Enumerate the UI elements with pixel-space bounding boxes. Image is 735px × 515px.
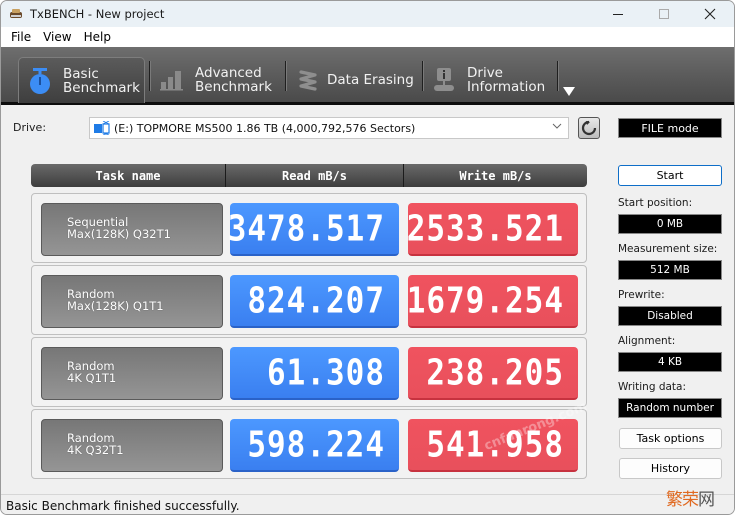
tab-basic-benchmark[interactable]: Basic Benchmark [18,57,145,103]
history-button[interactable]: History [619,458,722,479]
maximize-icon [659,9,669,19]
read-value: 824.207 [247,279,385,322]
toolbar-separator [285,61,286,91]
tab-label: Advanced Benchmark [195,66,272,94]
tab-label-line2: Benchmark [195,79,272,95]
stopwatch-icon [25,66,55,96]
title-bar: TxBENCH - New project [1,1,734,27]
maximize-button[interactable] [641,1,687,27]
alignment-value[interactable]: 4 KB [618,352,722,372]
writing-data-label: Writing data: [618,381,687,393]
tab-data-erasing[interactable]: Data Erasing [293,57,421,103]
main-toolbar: Basic Benchmark Advanced Benchmark Data … [1,47,734,105]
tab-label: Basic Benchmark [63,67,140,95]
read-value: 61.308 [267,351,385,394]
task-name-line2: Max(128K) Q1T1 [67,299,164,313]
menu-view[interactable]: View [37,30,77,44]
read-result: 598.224 [230,419,399,472]
read-result: 824.207 [230,275,399,328]
drive-label: Drive: [13,121,47,134]
window-title: TxBENCH - New project [30,7,165,21]
prewrite-label: Prewrite: [618,289,665,301]
write-value: 238.205 [426,351,564,394]
read-value: 598.224 [247,423,385,466]
watermark-logo: 繁荣网 [666,485,715,510]
alignment-label: Alignment: [618,335,676,347]
write-value: 1679.254 [406,279,564,322]
mode-indicator: FILE mode [618,118,722,138]
task-button-seq-q32t1[interactable]: Sequential Max(128K) Q32T1 [41,203,223,256]
results-table-header: Task name Read mB/s Write mB/s [31,164,587,187]
read-value: 3478.517 [227,207,385,250]
start-position-label: Start position: [618,197,693,209]
read-result: 3478.517 [227,203,399,256]
refresh-icon [581,120,597,136]
start-position-value[interactable]: 0 MB [618,214,722,234]
chevron-down-icon [552,122,562,133]
triangle-down-icon[interactable] [563,87,575,96]
table-row: Sequential Max(128K) Q32T1 3478.517 2533… [31,193,587,263]
menu-bar: File View Help [1,27,734,47]
minimize-icon [613,14,623,15]
watermark-text: 繁荣 [666,490,699,510]
write-result: 2533.521 [406,203,578,256]
minimize-button[interactable] [595,1,641,27]
refresh-button[interactable] [578,117,600,139]
header-task-name: Task name [95,168,161,183]
header-read: Read mB/s [225,164,403,187]
read-result: 61.308 [230,347,399,400]
write-value: 2533.521 [406,207,564,250]
app-window: TxBENCH - New project File View Help Bas… [0,0,735,515]
tab-label-line2: Information [467,79,546,95]
task-button-rnd-q1t1[interactable]: Random Max(128K) Q1T1 [41,275,223,328]
task-name-line2: Max(128K) Q32T1 [67,227,171,241]
measurement-size-value[interactable]: 512 MB [618,260,722,280]
tab-drive-information[interactable]: Drive Information [429,57,557,103]
watermark-text-last: 网 [698,490,715,510]
task-name-line2: 4K Q1T1 [67,371,117,385]
toolbar-separator [149,61,150,91]
tab-label: Drive Information [467,66,545,94]
task-button-4k-q32t1[interactable]: Random 4K Q32T1 [41,419,223,472]
prewrite-value[interactable]: Disabled [618,306,722,326]
task-name-line2: 4K Q32T1 [67,443,124,457]
toolbar-separator [557,61,558,91]
start-button[interactable]: Start [618,165,722,186]
task-button-4k-q1t1[interactable]: Random 4K Q1T1 [41,347,223,400]
table-row: Random Max(128K) Q1T1 824.207 1679.254 [31,265,587,335]
tab-label-line2: Benchmark [63,79,140,96]
drive-select[interactable]: (E:) TOPMORE MS500 1.86 TB (4,000,792,57… [89,117,569,139]
close-icon [704,8,716,20]
write-result: 1679.254 [406,275,578,328]
close-button[interactable] [687,1,733,27]
app-icon [10,9,22,18]
drive-info-icon [429,65,459,95]
menu-help[interactable]: Help [78,30,117,44]
drive-selected-value: (E:) TOPMORE MS500 1.86 TB (4,000,792,57… [114,121,416,135]
status-bar: Basic Benchmark finished successfully. [1,494,734,514]
write-result: 238.205 [408,347,578,400]
eraser-spring-icon [293,65,323,95]
measurement-size-label: Measurement size: [618,243,718,255]
tab-label: Data Erasing [327,72,414,88]
bar-chart-icon [157,65,187,95]
header-write: Write mB/s [403,164,587,187]
menu-file[interactable]: File [5,30,37,44]
table-row: Random 4K Q1T1 61.308 238.205 [31,337,587,407]
drive-icon [94,121,110,135]
writing-data-value[interactable]: Random number [618,398,722,418]
status-text: Basic Benchmark finished successfully. [6,498,240,513]
tab-advanced-benchmark[interactable]: Advanced Benchmark [157,57,283,103]
task-options-button[interactable]: Task options [619,428,722,449]
toolbar-separator [422,61,423,91]
